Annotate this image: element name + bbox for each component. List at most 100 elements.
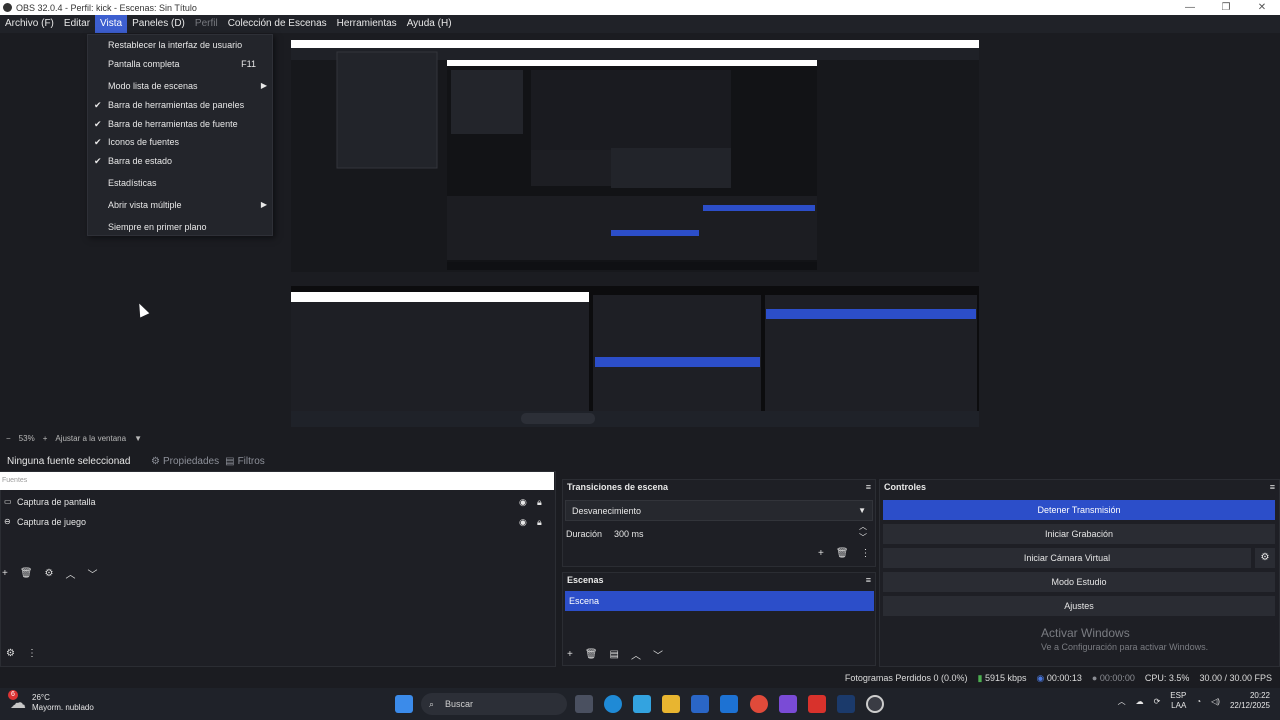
menu-herramientas[interactable]: Herramientas	[332, 15, 402, 33]
brave-icon[interactable]	[808, 695, 826, 713]
sources-header: Fuentes	[0, 472, 554, 490]
task-view-icon[interactable]	[575, 695, 593, 713]
bitrate-value: 5915 kbps	[984, 672, 1027, 683]
close-button[interactable]: ✕	[1244, 0, 1280, 15]
menu-item-siempre-primer-plano[interactable]: Siempre en primer plano	[88, 217, 272, 237]
menu-ayuda[interactable]: Ayuda (H)	[402, 15, 457, 33]
dock-menu-icon[interactable]: ≡	[1270, 480, 1275, 494]
steam-icon[interactable]	[837, 695, 855, 713]
zoom-out-button[interactable]: −	[6, 434, 11, 443]
zoom-in-button[interactable]: +	[43, 434, 48, 443]
trash-icon[interactable]: 🗑︎	[836, 548, 849, 559]
gamepad-icon: ⊖	[4, 517, 11, 526]
menu-item-label: Barra de herramientas de paneles	[108, 100, 245, 110]
copilot-icon[interactable]	[633, 695, 651, 713]
weather-badge: 6	[8, 690, 18, 700]
menu-item-barra-herramientas-paneles[interactable]: ✔ Barra de herramientas de paneles	[88, 95, 272, 115]
menu-item-restablecer-interfaz[interactable]: Restablecer la interfaz de usuario	[88, 35, 272, 55]
dock-menu-icon[interactable]: ≡	[866, 573, 871, 587]
menu-archivo[interactable]: Archivo (F)	[0, 15, 59, 33]
source-item-captura-juego[interactable]: ⊖ Captura de juego ◉ 🔒︎	[0, 512, 554, 532]
start-recording-button[interactable]: Iniciar Grabación	[883, 524, 1275, 544]
wifi-icon[interactable]: ◔	[1196, 697, 1201, 706]
checkmark-icon: ✔	[94, 119, 102, 129]
weather-desc: Mayorm. nublado	[32, 703, 94, 712]
checkmark-icon: ✔	[94, 156, 102, 166]
transition-select[interactable]: Desvanecimiento ▼	[565, 500, 873, 521]
start-virtual-camera-button[interactable]: Iniciar Cámara Virtual	[883, 548, 1251, 568]
more-options-icon[interactable]: ⋮	[27, 648, 37, 659]
chevron-down-icon[interactable]: ﹀	[88, 566, 98, 581]
trash-icon[interactable]: 🗑︎	[20, 568, 33, 579]
menu-vista[interactable]: Vista	[95, 15, 128, 33]
fit-to-window-button[interactable]: Ajustar a la ventana	[55, 434, 126, 443]
properties-label: Propiedades	[162, 456, 220, 467]
settings-button[interactable]: Ajustes	[883, 596, 1275, 616]
menu-item-barra-herramientas-fuente[interactable]: ✔ Barra de herramientas de fuente	[88, 114, 272, 134]
gear-icon[interactable]: ⚙	[45, 568, 54, 579]
chevron-up-icon[interactable]: ︿	[66, 566, 76, 581]
search-icon: ⌕	[429, 699, 435, 709]
scene-item-escena[interactable]: Escena	[565, 591, 874, 611]
checkmark-icon: ✔	[94, 100, 102, 110]
menu-coleccion-escenas[interactable]: Colección de Escenas	[223, 15, 332, 33]
chevron-up-icon[interactable]: ︿	[631, 647, 641, 662]
stop-streaming-button[interactable]: Detener Transmisión	[883, 500, 1275, 520]
sync-icon[interactable]: ⟳	[1154, 697, 1161, 706]
minimize-button[interactable]: —	[1172, 0, 1208, 15]
lock-icon[interactable]: 🔒︎	[537, 492, 542, 512]
menu-perfil[interactable]: Perfil	[190, 15, 223, 33]
file-explorer-icon[interactable]	[662, 695, 680, 713]
eye-icon[interactable]: ◉	[519, 492, 527, 512]
menu-item-estadisticas[interactable]: Estadísticas	[88, 173, 272, 193]
virtual-camera-settings-icon[interactable]: ⚙	[1255, 548, 1275, 568]
maximize-button[interactable]: ❐	[1208, 0, 1244, 15]
clock-time: 20:22	[1249, 691, 1270, 700]
add-transition-icon[interactable]: +	[818, 548, 824, 559]
menu-item-iconos-fuentes[interactable]: ✔ Iconos de fuentes	[88, 132, 272, 152]
language-indicator[interactable]: ESP LAA	[1170, 691, 1186, 711]
menu-paneles[interactable]: Paneles (D)	[127, 15, 190, 33]
add-scene-icon[interactable]: +	[567, 649, 573, 660]
filter-icon[interactable]: ▤	[610, 649, 619, 660]
add-source-icon[interactable]: +	[2, 568, 8, 579]
clock[interactable]: 20:22 22/12/2025	[1230, 691, 1270, 711]
windows-start-icon[interactable]	[395, 695, 413, 713]
weather-widget[interactable]: ☁ 6 26°C Mayorm. nublado	[8, 690, 94, 713]
lock-icon[interactable]: 🔒︎	[537, 512, 542, 532]
chevron-up-icon[interactable]: ︿	[1118, 696, 1126, 707]
search-placeholder: Buscar	[445, 699, 474, 709]
properties-button[interactable]: ⚙ Propiedades	[151, 456, 219, 467]
menu-item-label: Abrir vista múltiple	[108, 200, 182, 210]
teams-icon[interactable]	[779, 695, 797, 713]
window-controls: — ❐ ✕	[1172, 0, 1280, 15]
store-icon[interactable]	[691, 695, 709, 713]
onedrive-icon[interactable]: ☁	[1136, 697, 1144, 706]
duration-spinbox[interactable]: 300 ms ︿ ﹀	[608, 522, 873, 545]
chrome-icon[interactable]	[750, 695, 768, 713]
menu-item-barra-estado[interactable]: ✔ Barra de estado	[88, 151, 272, 171]
chevron-down-icon[interactable]: ▼	[134, 434, 142, 443]
taskbar-search[interactable]: ⌕ Buscar	[421, 693, 567, 715]
more-options-icon[interactable]: ⋮	[861, 548, 871, 559]
menu-editar[interactable]: Editar	[59, 15, 95, 33]
filters-button[interactable]: ▤ Filtros	[225, 456, 265, 467]
source-item-captura-pantalla[interactable]: ▭ Captura de pantalla ◉ 🔒︎	[0, 492, 554, 512]
no-source-selected-label: Ninguna fuente seleccionad	[7, 456, 131, 467]
eye-icon[interactable]: ◉	[519, 512, 527, 532]
menu-item-label: Barra de herramientas de fuente	[108, 119, 238, 129]
chevron-down-icon[interactable]: ﹀	[653, 647, 663, 662]
edge-icon[interactable]	[604, 695, 622, 713]
studio-mode-button[interactable]: Modo Estudio	[883, 572, 1275, 592]
mail-icon[interactable]	[720, 695, 738, 713]
volume-icon[interactable]: ◁)	[1211, 697, 1220, 706]
menu-item-modo-lista-escenas[interactable]: Modo lista de escenas ▶	[88, 76, 272, 96]
spin-arrows-icon: ︿ ﹀	[859, 522, 867, 542]
obs-taskbar-icon[interactable]	[866, 695, 884, 713]
stream-preview[interactable]	[291, 40, 979, 427]
advanced-audio-icon[interactable]: ⚙	[6, 648, 15, 659]
trash-icon[interactable]: 🗑︎	[585, 649, 598, 660]
menu-item-abrir-vista-multiple[interactable]: Abrir vista múltiple ▶	[88, 195, 272, 215]
dock-menu-icon[interactable]: ≡	[866, 480, 871, 494]
menu-item-pantalla-completa[interactable]: Pantalla completa F11	[88, 54, 272, 74]
